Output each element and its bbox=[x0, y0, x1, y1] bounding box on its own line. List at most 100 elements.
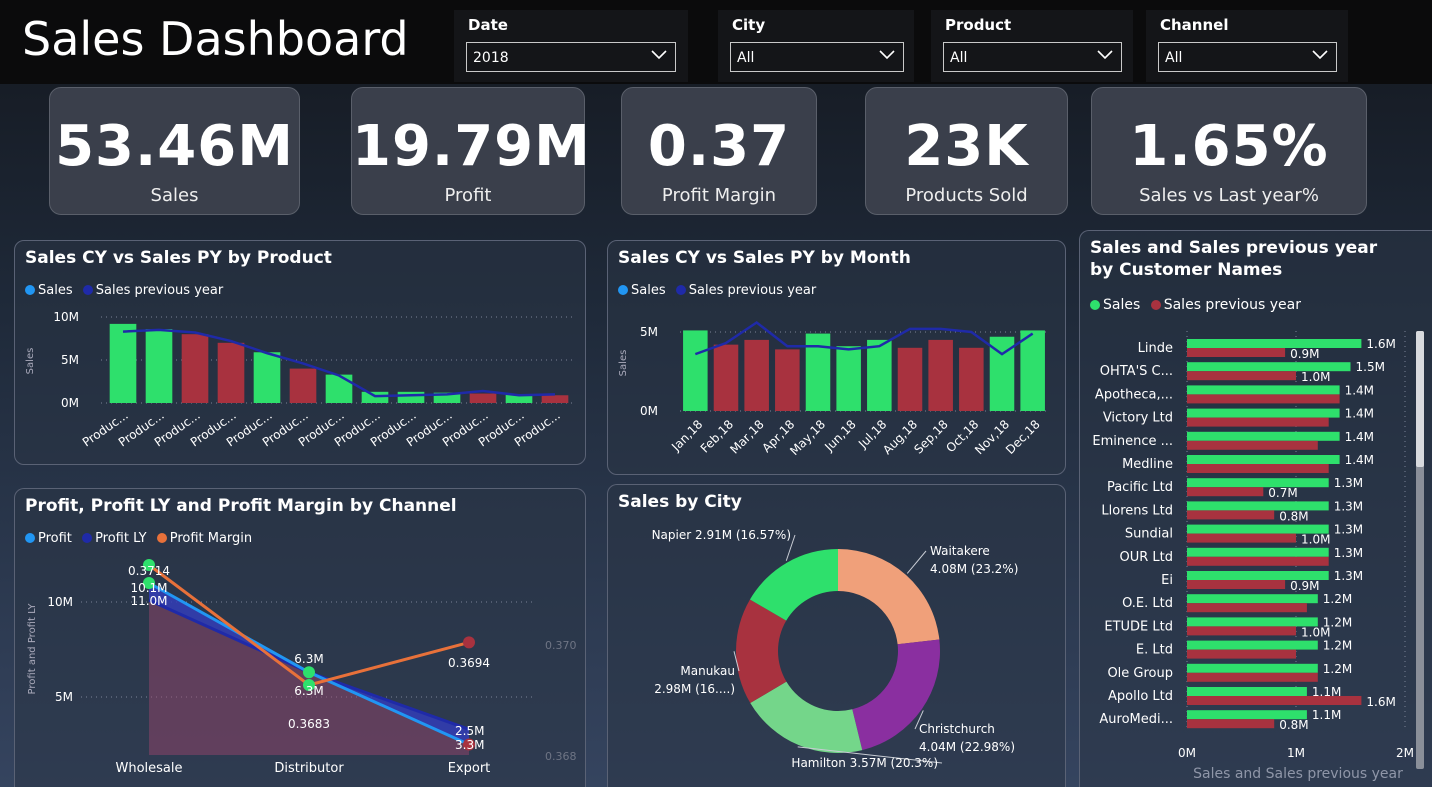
data-label: 0.3683 bbox=[288, 717, 330, 731]
sales-bar bbox=[1187, 594, 1318, 604]
legend-dot bbox=[82, 285, 93, 295]
data-label: 11.0M bbox=[130, 594, 167, 608]
category-label: Sundial bbox=[1125, 527, 1173, 542]
scrollbar[interactable] bbox=[1416, 331, 1424, 769]
page-title: Sales Dashboard bbox=[22, 12, 409, 66]
data-label: 1.4M bbox=[1345, 430, 1374, 444]
category-label: Export bbox=[448, 761, 491, 776]
kpi-value: 53.46M bbox=[55, 114, 294, 179]
legend-label: Sales previous year bbox=[95, 283, 224, 298]
chart-title: Sales and Sales previous year by Custome… bbox=[1090, 238, 1378, 280]
data-label: 1.3M bbox=[1334, 499, 1363, 513]
chevron-down-icon bbox=[879, 50, 895, 60]
slice-label: 2.98M (16....) bbox=[654, 682, 735, 696]
y-axis-label: Sales bbox=[618, 350, 629, 377]
chart-legend: Sales Sales previous year bbox=[618, 283, 822, 298]
sales-bar bbox=[469, 393, 497, 403]
tick-label: 1M bbox=[1287, 746, 1305, 760]
sales-bar bbox=[836, 346, 861, 411]
category-label: Apotheca,... bbox=[1095, 387, 1173, 402]
kpi-caption: Sales bbox=[150, 185, 199, 206]
slice-label: Hamilton 3.57M (20.3%) bbox=[791, 756, 938, 770]
customer-bar-chart: 0M 1M 2M Sales and Sales previous year Linde… bbox=[1092, 331, 1414, 782]
sales-bar bbox=[897, 347, 923, 411]
category-label: Pacific Ltd bbox=[1107, 480, 1173, 495]
channel-dropdown[interactable]: All bbox=[1158, 42, 1337, 72]
profit-marker bbox=[303, 666, 315, 679]
y-axis-label: Profit and Profit LY bbox=[27, 603, 38, 695]
prev-year-bar bbox=[1187, 371, 1296, 381]
data-label: 1.0M bbox=[1301, 625, 1330, 639]
sales-bar bbox=[1187, 431, 1340, 441]
data-label: 0.3714 bbox=[128, 564, 170, 578]
slicer-label: Channel bbox=[1160, 16, 1229, 34]
category-label: Wholesale bbox=[115, 761, 182, 776]
panel-sales-by-month: Sales CY vs Sales PY by Month Sales Sale… bbox=[607, 240, 1066, 475]
scrollbar-thumb[interactable] bbox=[1416, 331, 1424, 467]
data-label: 0.8M bbox=[1279, 509, 1308, 523]
x-axis-label: Sales and Sales previous year bbox=[1193, 766, 1403, 782]
donut-slice bbox=[838, 549, 940, 645]
chart-title: Sales by City bbox=[618, 492, 742, 512]
tick-label: 10M bbox=[47, 595, 73, 609]
data-label: 0.3694 bbox=[448, 656, 490, 670]
sales-bar bbox=[1187, 687, 1307, 696]
panel-profit-by-channel: Profit, Profit LY and Profit Margin by C… bbox=[14, 488, 586, 787]
kpi-value: 0.37 bbox=[647, 114, 791, 179]
sales-bar bbox=[1187, 617, 1318, 627]
sales-bar bbox=[1187, 385, 1340, 395]
legend-dot bbox=[25, 285, 35, 295]
tick-label: 5M bbox=[61, 353, 79, 367]
data-label: 0.7M bbox=[1268, 486, 1297, 500]
chevron-down-icon bbox=[1312, 50, 1328, 60]
kpi-value: 1.65% bbox=[1129, 114, 1329, 179]
product-dropdown[interactable]: All bbox=[943, 42, 1122, 72]
data-label: 1.0M bbox=[1301, 370, 1330, 384]
category-label: Ole Group bbox=[1107, 666, 1173, 681]
kpi-value: 23K bbox=[904, 114, 1029, 179]
prev-year-bar bbox=[1187, 464, 1329, 473]
sales-bar bbox=[775, 349, 800, 411]
category-label: OHTA'S C... bbox=[1100, 364, 1173, 379]
sales-bar bbox=[1187, 478, 1329, 488]
tick-label: 5M bbox=[640, 325, 658, 339]
city-dropdown[interactable]: All bbox=[730, 42, 904, 72]
sales-bar bbox=[1020, 330, 1045, 411]
category-label: Aug,18 bbox=[880, 417, 920, 457]
chart-title: Sales CY vs Sales PY by Month bbox=[618, 248, 911, 268]
category-label: Llorens Ltd bbox=[1101, 503, 1173, 518]
tick-label: 10M bbox=[53, 310, 79, 324]
category-label: Medline bbox=[1122, 457, 1173, 472]
data-label: 1.5M bbox=[1356, 360, 1385, 374]
date-dropdown[interactable]: 2018 bbox=[466, 42, 676, 72]
slicer-channel: Channel All bbox=[1146, 10, 1348, 82]
data-label: 1.4M bbox=[1345, 453, 1374, 467]
kpi-caption: Products Sold bbox=[905, 185, 1028, 206]
kpi-caption: Profit bbox=[444, 185, 492, 206]
tick-label: 0M bbox=[640, 404, 658, 418]
sales-bar bbox=[1187, 547, 1329, 557]
y2-tick-label: 0.370 bbox=[545, 639, 577, 652]
prev-year-bar bbox=[1187, 440, 1318, 450]
legend-label: Sales previous year bbox=[1163, 297, 1301, 313]
sales-bar bbox=[713, 344, 739, 411]
sales-bar bbox=[253, 352, 281, 403]
category-label: Victory Ltd bbox=[1103, 411, 1173, 426]
data-label: 1.1M bbox=[1312, 708, 1341, 722]
chart-legend: Sales Sales previous year bbox=[1090, 297, 1307, 313]
sales-bar bbox=[1187, 640, 1318, 650]
legend-dot bbox=[618, 285, 628, 295]
legend-label: Sales bbox=[631, 283, 666, 298]
data-label: 1.3M bbox=[1334, 523, 1363, 537]
kpi-value: 19.79M bbox=[352, 114, 591, 179]
kpi-caption: Sales vs Last year% bbox=[1139, 185, 1319, 206]
legend-dot bbox=[1090, 300, 1100, 310]
sales-bar bbox=[145, 329, 173, 403]
data-label: 1.3M bbox=[1334, 546, 1363, 560]
sales-bar bbox=[1187, 408, 1340, 418]
prev-year-bar bbox=[1187, 417, 1329, 427]
slicer-label: Date bbox=[468, 16, 508, 34]
legend-label: Profit bbox=[38, 531, 72, 546]
category-label: Distributor bbox=[274, 761, 344, 776]
category-label: Sep,18 bbox=[911, 417, 950, 456]
